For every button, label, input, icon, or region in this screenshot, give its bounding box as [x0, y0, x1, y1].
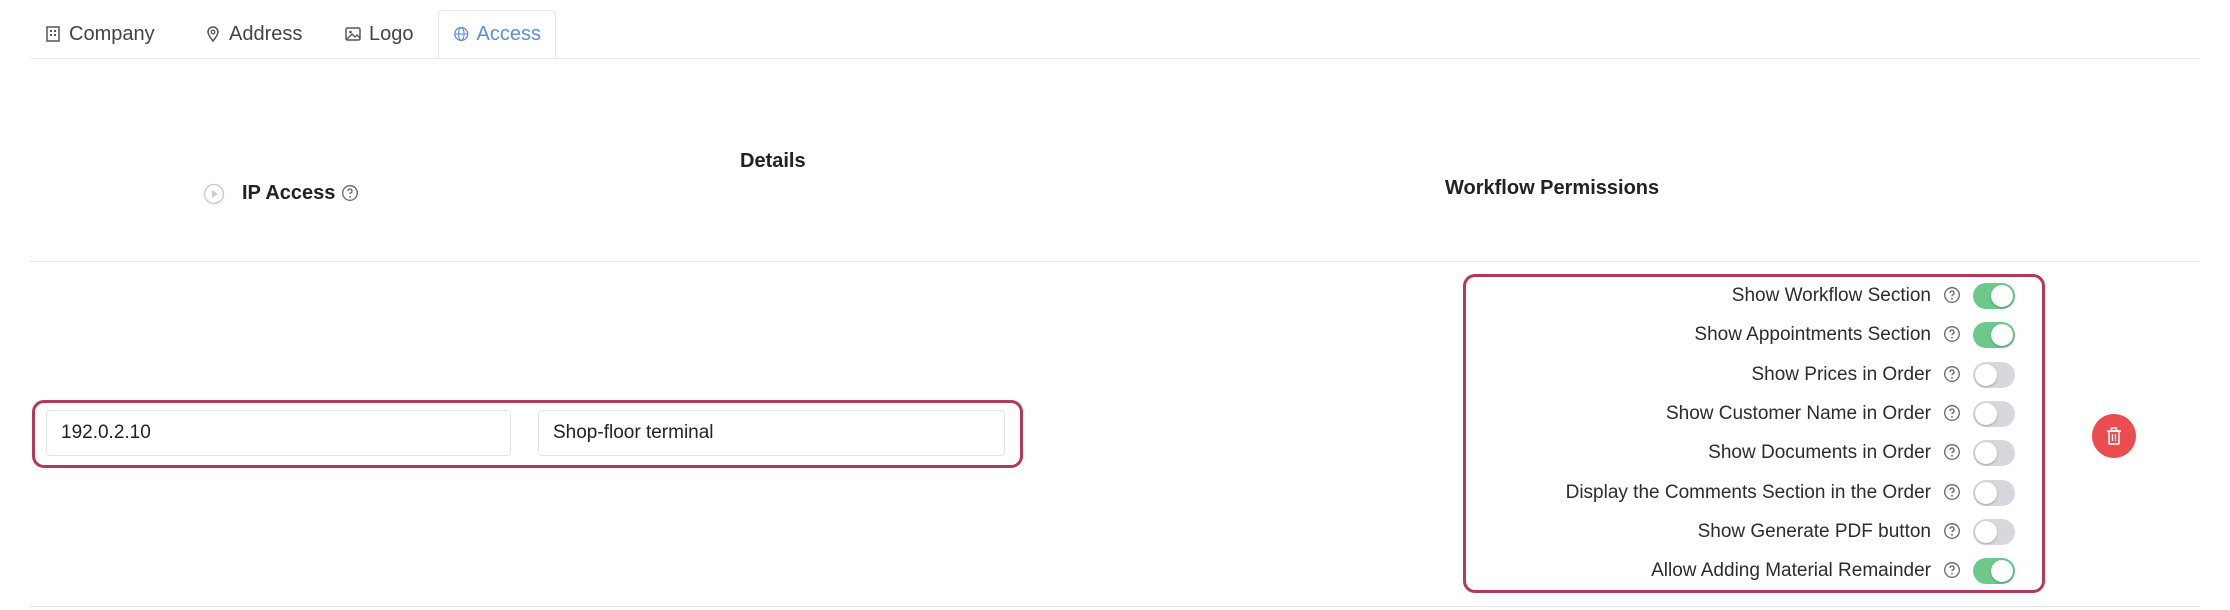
ip-access-header: IP Access: [242, 182, 359, 205]
delete-row-button[interactable]: [2092, 414, 2136, 458]
tab-label: Company: [69, 22, 155, 45]
header-divider: [30, 261, 2200, 262]
permission-toggle[interactable]: [1973, 400, 2015, 427]
permission-toggle[interactable]: [1973, 479, 2015, 506]
permission-row: Allow Adding Material Remainder: [1651, 555, 2015, 587]
permission-toggle[interactable]: [1973, 518, 2015, 545]
help-icon[interactable]: [1943, 482, 1961, 504]
permission-row: Show Workflow Section: [1732, 280, 2015, 312]
tab-access[interactable]: Access: [438, 10, 556, 58]
help-icon[interactable]: [1943, 442, 1961, 464]
permission-row: Display the Comments Section in the Orde…: [1566, 477, 2015, 509]
permission-row: Show Generate PDF button: [1698, 516, 2015, 548]
row-divider: [30, 606, 2200, 607]
help-icon[interactable]: [1943, 403, 1961, 425]
help-icon[interactable]: [1943, 521, 1961, 543]
permission-row: Show Customer Name in Order: [1666, 398, 2015, 430]
help-icon[interactable]: [341, 184, 359, 202]
image-icon: [345, 27, 361, 41]
toggle-knob: [1975, 520, 1997, 543]
permission-label: Show Appointments Section: [1694, 324, 1931, 346]
permission-label: Allow Adding Material Remainder: [1651, 560, 1931, 582]
toggle-knob: [1975, 363, 1997, 386]
help-icon[interactable]: [1943, 364, 1961, 386]
toggle-knob: [1975, 402, 1997, 425]
permission-toggle[interactable]: [1973, 558, 2015, 585]
permission-label: Display the Comments Section in the Orde…: [1565, 481, 1931, 503]
permission-toggle[interactable]: [1973, 361, 2015, 388]
toggle-knob: [1991, 324, 2013, 347]
building-icon: [46, 26, 60, 42]
tab-logo[interactable]: Logo: [330, 10, 428, 58]
globe-icon: [454, 26, 469, 42]
permissions-list: Show Workflow Section Show Appointments S…: [1470, 280, 2015, 590]
toggle-knob: [1991, 285, 2013, 307]
help-icon[interactable]: [1943, 285, 1961, 307]
map-pin-icon: [207, 26, 219, 43]
permission-toggle[interactable]: [1973, 322, 2015, 349]
permission-row: Show Prices in Order: [1751, 359, 2015, 391]
permission-label: Show Generate PDF button: [1697, 520, 1931, 542]
play-circle-icon[interactable]: [203, 183, 225, 205]
tab-label: Address: [229, 22, 303, 45]
trash-icon: [2107, 427, 2121, 445]
workflow-permissions-header: Workflow Permissions: [1445, 177, 1660, 199]
details-input[interactable]: Shop-floor terminal: [538, 410, 1005, 456]
permission-label: Show Documents in Order: [1708, 442, 1931, 464]
tab-address[interactable]: Address: [190, 10, 316, 58]
permission-toggle[interactable]: [1973, 440, 2015, 467]
tab-label: Logo: [369, 22, 414, 45]
permission-row: Show Appointments Section: [1694, 319, 2015, 351]
ip-address-input[interactable]: 192.0.2.10: [46, 410, 511, 456]
details-header: Details: [740, 150, 806, 172]
permission-label: Show Prices in Order: [1751, 363, 1931, 385]
toggle-knob: [1975, 481, 1997, 504]
toggle-knob: [1975, 442, 1997, 465]
permission-label: Show Customer Name in Order: [1665, 402, 1931, 424]
permission-row: Show Documents in Order: [1708, 437, 2015, 469]
tab-bar: Company Address Logo Access: [30, 0, 2200, 59]
ip-access-label: IP Access: [242, 182, 336, 204]
tab-company[interactable]: Company: [30, 10, 169, 58]
help-icon[interactable]: [1943, 560, 1961, 582]
permission-label: Show Workflow Section: [1731, 285, 1931, 306]
help-icon[interactable]: [1943, 324, 1961, 346]
tab-label: Access: [476, 22, 541, 45]
toggle-knob: [1991, 560, 2013, 583]
permission-toggle[interactable]: [1973, 283, 2015, 309]
